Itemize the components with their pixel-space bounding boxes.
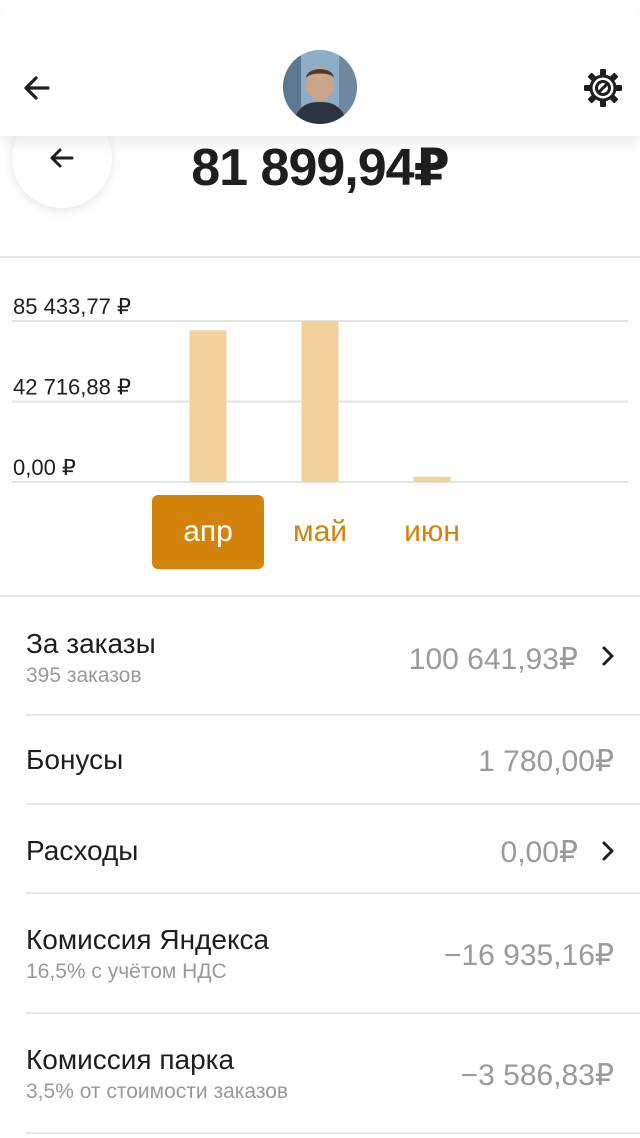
avatar[interactable] bbox=[283, 50, 357, 124]
tab-month-apr[interactable]: апр bbox=[152, 495, 264, 569]
row-amount: 100 641,93₽ bbox=[408, 643, 578, 676]
row-title: Расходы bbox=[26, 835, 139, 866]
divider bbox=[0, 595, 640, 597]
driver-photo bbox=[283, 50, 357, 124]
y-tick-label: 85 433,77 ₽ bbox=[13, 294, 131, 319]
gear-icon bbox=[584, 69, 622, 107]
tab-month-jun[interactable]: июн bbox=[376, 495, 488, 569]
row-subtitle: 16,5% с учётом НДС bbox=[26, 960, 227, 983]
y-tick-label: 42 716,88 ₽ bbox=[13, 375, 131, 400]
arrow-left-icon bbox=[24, 76, 50, 100]
y-tick-label: 0,00 ₽ bbox=[13, 455, 76, 480]
row-yandex-commission: Комиссия Яндекса 16,5% с учётом НДС −16 … bbox=[0, 894, 640, 1012]
row-separator bbox=[26, 1132, 640, 1134]
row-amount: −3 586,83₽ bbox=[460, 1059, 614, 1092]
bar-1[interactable] bbox=[301, 321, 339, 482]
bar-0[interactable] bbox=[189, 330, 227, 482]
row-title: Комиссия парка bbox=[26, 1044, 235, 1075]
row-expenses[interactable]: Расходы 0,00₽ bbox=[0, 805, 640, 893]
arrow-left-icon bbox=[50, 148, 74, 168]
row-amount: 0,00₽ bbox=[500, 836, 578, 869]
settings-button[interactable] bbox=[578, 63, 628, 113]
chevron-right-icon bbox=[602, 646, 614, 666]
tab-month-may[interactable]: май bbox=[264, 495, 376, 569]
row-subtitle: 3,5% от стоимости заказов bbox=[26, 1080, 289, 1103]
back-button[interactable] bbox=[18, 68, 58, 108]
row-title: Комиссия Яндекса bbox=[26, 924, 270, 955]
row-title: За заказы bbox=[26, 628, 156, 659]
bar-2[interactable] bbox=[413, 476, 451, 482]
row-amount: −16 935,16₽ bbox=[443, 939, 614, 972]
row-title: Бонусы bbox=[26, 744, 124, 775]
divider bbox=[0, 256, 640, 258]
row-amount: 1 780,00₽ bbox=[478, 745, 614, 778]
row-subtitle: 395 заказов bbox=[26, 664, 142, 687]
row-orders[interactable]: За заказы 395 заказов 100 641,93₽ bbox=[0, 598, 640, 714]
row-park-commission: Комиссия парка 3,5% от стоимости заказов… bbox=[0, 1014, 640, 1132]
chevron-right-icon bbox=[602, 841, 614, 861]
top-bar bbox=[0, 0, 640, 136]
row-bonuses: Бонусы 1 780,00₽ bbox=[0, 716, 640, 804]
